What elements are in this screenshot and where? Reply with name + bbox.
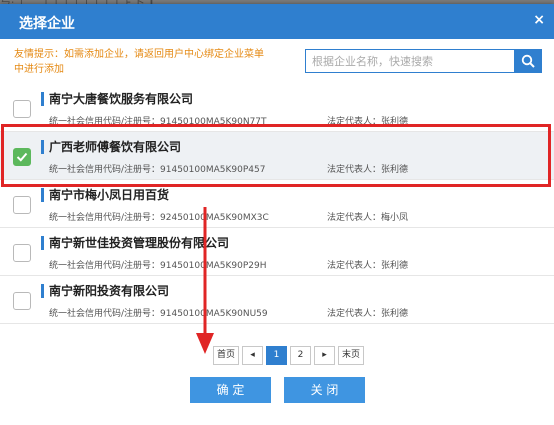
search-box bbox=[305, 49, 542, 73]
search-icon bbox=[521, 54, 535, 68]
dialog-titlebar: 选择企业 × bbox=[0, 4, 554, 39]
search-button[interactable] bbox=[514, 49, 542, 73]
next-page-icon[interactable]: ▸ bbox=[314, 346, 336, 365]
row-accent-bar bbox=[41, 188, 44, 202]
credit-code: 统一社会信用代码/注册号：92450100MA5K90MX3C bbox=[49, 213, 269, 223]
confirm-button[interactable]: 确 定 bbox=[190, 377, 271, 403]
row-accent-bar bbox=[41, 92, 44, 106]
checkbox[interactable] bbox=[13, 292, 31, 310]
pagination: 首页 ◂ 1 2 ▸ 末页 bbox=[213, 346, 365, 365]
annotation-highlight-box bbox=[1, 124, 551, 187]
checkbox[interactable] bbox=[13, 196, 31, 214]
page-2-button[interactable]: 2 bbox=[290, 346, 312, 365]
credit-code: 统一社会信用代码/注册号：91450100MA5K90P29H bbox=[49, 261, 267, 271]
row-accent-bar bbox=[41, 284, 44, 298]
checkbox[interactable] bbox=[13, 100, 31, 118]
row-accent-bar bbox=[41, 236, 44, 250]
last-page-button[interactable]: 末页 bbox=[338, 346, 365, 365]
dialog-title: 选择企业 bbox=[19, 16, 75, 32]
legal-representative: 法定代表人：梅小凤 bbox=[327, 213, 409, 223]
search-input[interactable] bbox=[305, 49, 519, 73]
first-page-button[interactable]: 首页 bbox=[213, 346, 240, 365]
credit-code: 统一社会信用代码/注册号：91450100MA5K90NU59 bbox=[49, 309, 268, 319]
close-button[interactable]: 关 闭 bbox=[284, 377, 365, 403]
company-name: 南宁大唐餐饮服务有限公司 bbox=[49, 92, 194, 106]
page-1-button[interactable]: 1 bbox=[266, 346, 288, 365]
company-row[interactable]: 南宁新阳投资有限公司 统一社会信用代码/注册号：91450100MA5K90NU… bbox=[0, 276, 554, 324]
annotation-arrow-icon bbox=[196, 207, 214, 354]
checkbox[interactable] bbox=[13, 244, 31, 262]
legal-representative: 法定代表人：张利德 bbox=[327, 309, 409, 319]
company-row[interactable]: 南宁市梅小凤日用百货 统一社会信用代码/注册号：92450100MA5K90MX… bbox=[0, 180, 554, 228]
tip-text: 友情提示：如需添加企业，请返回用户中心绑定企业菜单中进行添加 bbox=[14, 49, 264, 75]
close-icon[interactable]: × bbox=[533, 12, 545, 28]
prev-page-icon[interactable]: ◂ bbox=[242, 346, 264, 365]
company-name: 南宁新阳投资有限公司 bbox=[49, 284, 170, 298]
company-row[interactable]: 南宁新世佳投资管理股份有限公司 统一社会信用代码/注册号：91450100MA5… bbox=[0, 228, 554, 276]
company-name: 南宁市梅小凤日用百货 bbox=[49, 188, 170, 202]
company-list: 南宁大唐餐饮服务有限公司 统一社会信用代码/注册号：91450100MA5K90… bbox=[0, 84, 554, 324]
legal-representative: 法定代表人：张利德 bbox=[327, 261, 409, 271]
